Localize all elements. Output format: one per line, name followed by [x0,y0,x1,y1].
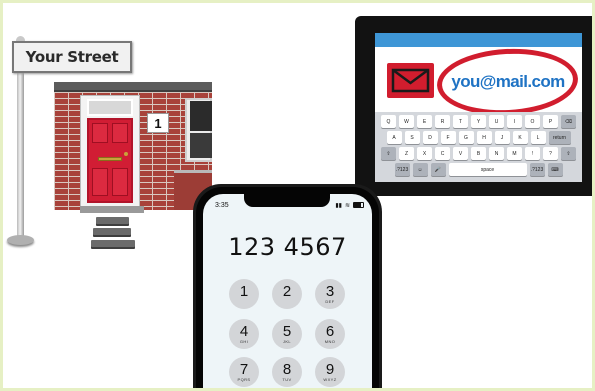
dial-key[interactable]: 2 [272,279,302,309]
keyboard-key[interactable]: ☺ [412,163,428,176]
house-window-pane [190,101,212,131]
keyboard-row: .?123 ☺ 🎤 space .?123 ⌨ [378,163,579,176]
dial-key[interactable]: 3 DEF [315,279,345,309]
keyboard-key[interactable]: S [404,131,420,144]
keyboard-key[interactable]: M [507,147,522,160]
keyboard-key[interactable]: F [440,131,456,144]
door-panel [112,123,128,143]
keyboard-key[interactable]: H [476,131,492,144]
keyboard-key[interactable]: N [489,147,504,160]
keyboard-key[interactable]: T [453,115,468,128]
dial-key[interactable]: 8 TUV [272,357,302,387]
keyboard-key[interactable]: return [548,131,571,144]
dial-key-digit: 4 [239,323,249,340]
keyboard-key[interactable]: .?123 [529,163,545,176]
keyboard-key[interactable]: X [417,147,432,160]
keyboard-key[interactable]: ⇧ [561,147,576,160]
keyboard-key[interactable]: J [494,131,510,144]
door-panel [92,123,108,143]
keyboard-key[interactable]: K [512,131,528,144]
dial-key-digit: 6 [325,323,335,340]
dial-key-letters: WXYZ [323,377,337,382]
dial-key[interactable]: 9 WXYZ [315,357,345,387]
dialed-number: 123 4567 [228,233,347,261]
keyboard-key[interactable]: O [525,115,540,128]
stepping-stone [91,240,135,247]
street-sign-pole-base [7,235,34,245]
dial-key-digit: 3 [325,283,335,300]
keyboard-key[interactable]: E [417,115,432,128]
keyboard-key[interactable]: C [435,147,450,160]
street-sign: Your Street [12,41,132,73]
stepping-stone [96,217,129,224]
keyboard-key[interactable]: Q [381,115,396,128]
dial-key-digit: 5 [282,323,292,340]
keyboard-row: ⇧ Z X C V B N M!? ⇧ [378,147,579,160]
keyboard-row: A S D F G H J K Lreturn [378,131,579,144]
signal-icon: ▮▮ [335,202,342,209]
dial-key-letters: DEF [325,299,335,304]
keyboard-key[interactable]: V [453,147,468,160]
dial-key[interactable]: 6 MNO [315,319,345,349]
door-fanlight [87,99,133,116]
keyboard-key[interactable]: ⇧ [381,147,396,160]
keyboard-key[interactable]: U [489,115,504,128]
tablet-top-bar [375,33,582,47]
wifi-icon: ≋ [344,202,350,209]
street-sign-pole [17,68,24,240]
keyboard-key[interactable]: Y [471,115,486,128]
keyboard-key[interactable]: B [471,147,486,160]
dial-key-digit: 8 [282,361,292,378]
keyboard-key[interactable]: ? [543,147,558,160]
house-number: 1 [154,115,162,131]
keyboard-key[interactable]: ! [525,147,540,160]
door-panel [92,168,108,196]
keyboard-key[interactable]: space [448,163,527,176]
keyboard-key[interactable]: Z [399,147,414,160]
envelope-icon [387,63,434,98]
email-address: you@mail.com [451,72,565,91]
door-letterbox [98,157,122,161]
keyboard-key[interactable]: L [530,131,546,144]
door-step [80,206,144,213]
door-knob [124,152,128,156]
street-sign-label: Your Street [25,48,119,66]
keyboard-key[interactable]: R [435,115,450,128]
battery-icon [353,202,364,208]
keyboard-key[interactable]: I [507,115,522,128]
keyboard-key[interactable]: D [422,131,438,144]
dial-key-letters: JKL [282,339,292,344]
house-window-pane [190,133,212,158]
house-roof [54,82,212,92]
status-time: 3:35 [215,201,229,209]
keyboard-key[interactable]: ⌨ [547,163,563,176]
door-panel [112,168,128,196]
keyboard-key[interactable]: A [386,131,402,144]
dial-key-digit: 7 [239,361,249,378]
dial-key-letters: GHI [239,339,249,344]
dial-key[interactable]: 7 PQRS [229,357,259,387]
dial-key-letters: TUV [282,377,292,382]
dial-key[interactable]: 4 GHI [229,319,259,349]
dial-key-digit: 1 [239,283,249,300]
dial-key-letters: MNO [324,339,336,344]
dial-key[interactable]: 1 [229,279,259,309]
dial-key[interactable]: 5 JKL [272,319,302,349]
keyboard-key[interactable]: G [458,131,474,144]
dial-key-letters: PQRS [237,377,251,382]
keyboard-key[interactable]: ⌫ [561,115,576,128]
dial-key-digit: 9 [325,361,335,378]
tablet-keyboard: Q W E R T Y U I O P ⌫ A S D F G H J K Lreturn ⇧ Z X C V B N M!? ⇧ .?1… [375,112,582,182]
keyboard-key[interactable]: .?123 [394,163,410,176]
house-number-plate: 1 [147,113,169,133]
keyboard-key[interactable]: W [399,115,414,128]
keyboard-key[interactable]: P [543,115,558,128]
stepping-stone [93,228,131,235]
keyboard-key[interactable]: 🎤 [430,163,446,176]
status-icons: ▮▮ ≋ [334,201,364,209]
keyboard-row: Q W E R T Y U I O P ⌫ [378,115,579,128]
phone-notch [244,193,330,207]
dial-key-digit: 2 [282,283,292,300]
